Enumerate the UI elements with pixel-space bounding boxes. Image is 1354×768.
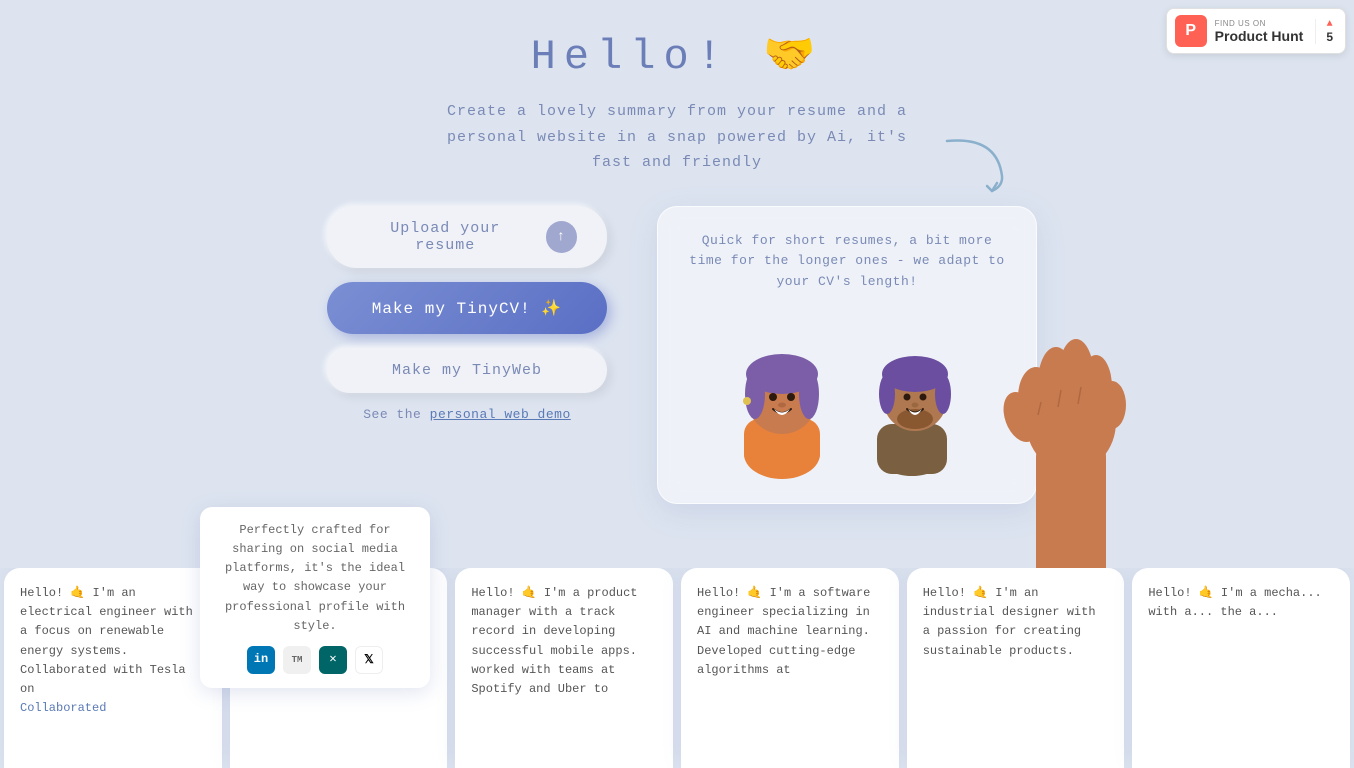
page-title: Hello! 🤝 xyxy=(0,30,1354,81)
bottom-card-6: Hello! 🤙 I'm a mecha... with a... the a.… xyxy=(1132,568,1350,768)
product-hunt-logo: P xyxy=(1175,15,1207,47)
character-2 xyxy=(857,319,977,479)
ph-vote-count: 5 xyxy=(1326,30,1333,44)
bottom-card-3: Hello! 🤙 I'm a product manager with a tr… xyxy=(455,568,673,768)
linkedin-icon[interactable]: in xyxy=(247,646,275,674)
character-1 xyxy=(717,309,857,479)
product-hunt-text: FIND US ON Product Hunt xyxy=(1215,19,1304,44)
product-hunt-badge[interactable]: P FIND US ON Product Hunt ▲ 5 xyxy=(1166,8,1346,54)
upload-resume-button[interactable]: Upload your resume ↑ xyxy=(327,206,607,268)
collaborated-text: Collaborated xyxy=(20,701,106,715)
x-twitter-icon[interactable]: 𝕏 xyxy=(355,646,383,674)
main-content: Upload your resume ↑ Make my TinyCV! ✨ M… xyxy=(0,206,1354,504)
info-card: Quick for short resumes, a bit more time… xyxy=(657,206,1037,504)
bottom-card-3-text: Hello! 🤙 I'm a product manager with a tr… xyxy=(471,586,637,696)
characters-illustration xyxy=(682,309,1012,479)
ph-vote-section[interactable]: ▲ 5 xyxy=(1315,19,1333,44)
tm-icon[interactable]: TM xyxy=(283,646,311,674)
ph-upvote-arrow: ▲ xyxy=(1327,19,1333,30)
personal-web-demo-link[interactable]: personal web demo xyxy=(430,407,571,422)
make-cv-label: Make my TinyCV! ✨ xyxy=(372,298,563,318)
social-icons-row: in TM ✕ 𝕏 xyxy=(218,646,412,674)
bottom-card-6-text: Hello! 🤙 I'm a mecha... with a... the a.… xyxy=(1148,586,1321,619)
bottom-card-5: Hello! 🤙 I'm an industrial designer with… xyxy=(907,568,1125,768)
upload-label: Upload your resume xyxy=(357,220,534,254)
left-panel: Upload your resume ↑ Make my TinyCV! ✨ M… xyxy=(317,206,617,422)
bottom-card-1-text: Hello! 🤙 I'm an electrical engineer with… xyxy=(20,586,193,696)
make-web-button[interactable]: Make my TinyWeb xyxy=(327,348,607,393)
decorative-arrow xyxy=(937,131,1017,206)
make-cv-button[interactable]: Make my TinyCV! ✨ xyxy=(327,282,607,334)
ph-find-us-label: FIND US ON xyxy=(1215,19,1304,28)
bottom-card-4: Hello! 🤙 I'm a software engineer special… xyxy=(681,568,899,768)
hero-section: Hello! 🤝 Create a lovely summary from yo… xyxy=(0,0,1354,176)
card-description: Quick for short resumes, a bit more time… xyxy=(682,231,1012,293)
make-web-label: Make my TinyWeb xyxy=(392,362,542,379)
tooltip-text: Perfectly crafted for sharing on social … xyxy=(225,523,405,633)
bottom-card-1: Hello! 🤙 I'm an electrical engineer with… xyxy=(4,568,222,768)
upload-icon: ↑ xyxy=(546,221,577,253)
ph-product-name: Product Hunt xyxy=(1215,28,1304,44)
demo-link-text: See the personal web demo xyxy=(363,407,571,422)
bottom-card-4-text: Hello! 🤙 I'm a software engineer special… xyxy=(697,586,870,677)
bottom-card-5-text: Hello! 🤙 I'm an industrial designer with… xyxy=(923,586,1096,658)
xing-icon[interactable]: ✕ xyxy=(319,646,347,674)
hero-subtitle: Create a lovely summary from your resume… xyxy=(427,99,927,176)
floating-tooltip: Perfectly crafted for sharing on social … xyxy=(200,507,430,688)
